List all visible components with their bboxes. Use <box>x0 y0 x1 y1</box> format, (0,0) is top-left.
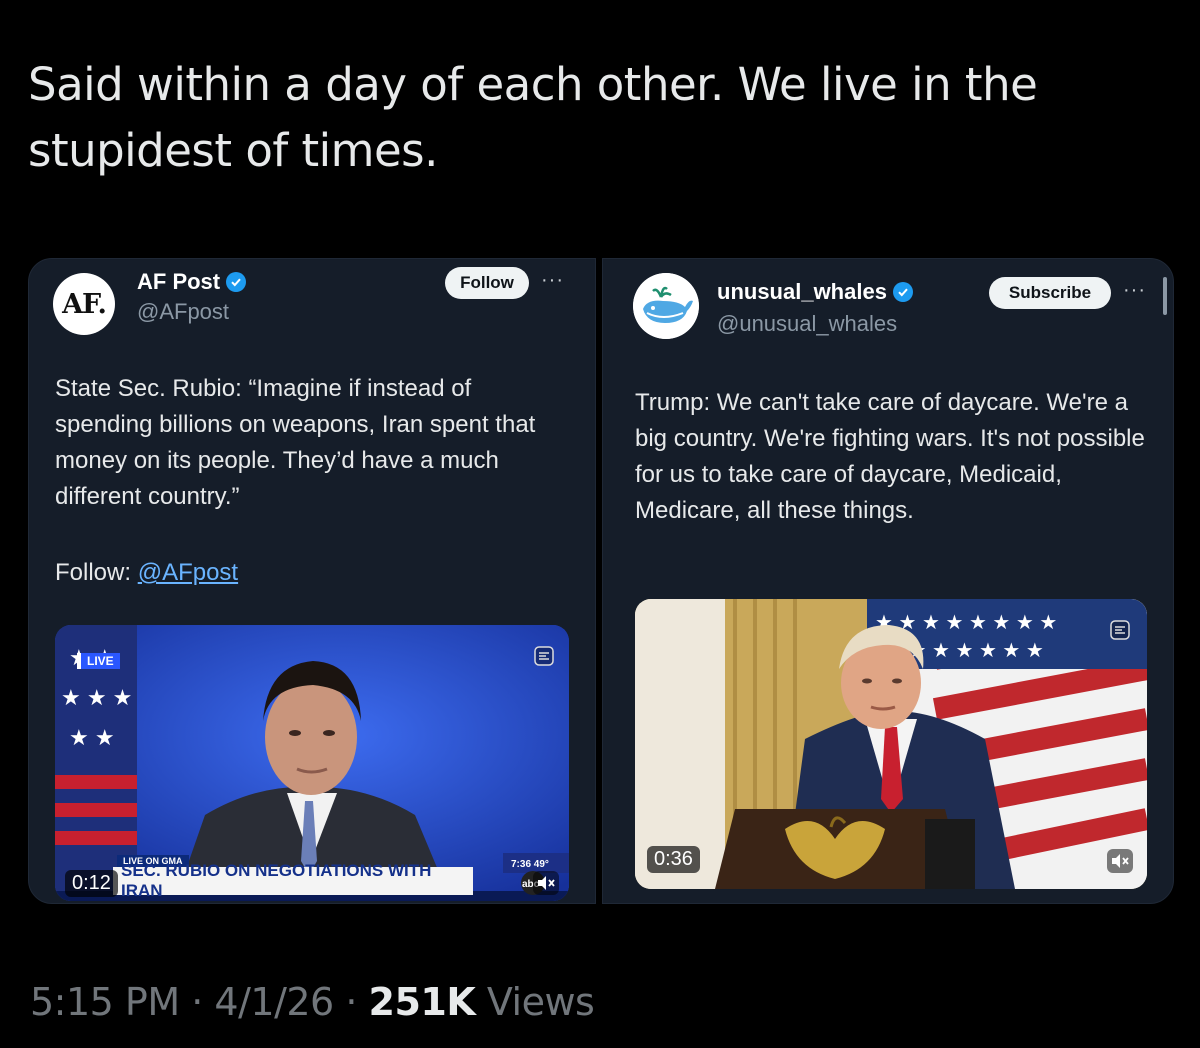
more-options-icon[interactable]: ··· <box>1123 279 1146 302</box>
separator-dot: · <box>345 980 357 1024</box>
mute-icon[interactable] <box>533 871 559 895</box>
author-handle[interactable]: @unusual_whales <box>717 311 897 337</box>
rubio-video[interactable]: ★ ★ ★ ★ ★ ★ ★ 7:36 49° abc LIVE LIVE ON … <box>55 625 569 901</box>
mute-icon[interactable] <box>1107 849 1133 873</box>
tweet-text: Said within a day of each other. We live… <box>28 58 1038 177</box>
verified-badge-icon <box>892 282 913 302</box>
author-name-text: unusual_whales <box>717 279 887 304</box>
video-duration: 0:12 <box>65 870 118 897</box>
post-body: State Sec. Rubio: “Imagine if instead of… <box>55 375 536 510</box>
views-count[interactable]: 251K <box>369 980 476 1024</box>
video-time-badge: 7:36 49° <box>511 859 549 870</box>
tweet-time[interactable]: 5:15 PM <box>30 980 180 1024</box>
verified-badge-icon <box>226 272 247 292</box>
whale-logo-icon <box>633 273 699 339</box>
svg-text:★ ★: ★ ★ <box>69 725 115 750</box>
avatar-logo-text: AF. <box>62 288 107 320</box>
follow-prefix: Follow: <box>55 559 132 586</box>
news-caption: SEC. RUBIO ON NEGOTIATIONS WITH IRAN <box>113 861 473 900</box>
video-duration: 0:36 <box>647 846 700 873</box>
media-settings-icon[interactable] <box>533 645 555 667</box>
trump-video[interactable]: ★ ★ ★ ★ ★ ★ ★ ★ ★ ★ ★ ★ ★ ★ ★ 0:36 <box>635 599 1147 889</box>
af-post-card[interactable]: AF. AF Post @AFpost Follow ··· State Sec… <box>28 258 596 904</box>
author-name[interactable]: unusual_whales <box>717 279 913 305</box>
post-body: Trump: We can't take care of daycare. We… <box>635 389 1145 524</box>
tweet-meta: 5:15 PM · 4/1/26 · 251K Views <box>30 980 595 1024</box>
subscribe-button[interactable]: Subscribe <box>989 277 1111 309</box>
more-options-icon[interactable]: ··· <box>541 269 564 292</box>
follow-line: Follow: @AFpost <box>55 559 238 587</box>
follow-button[interactable]: Follow <box>445 267 529 299</box>
trump-video-frame: ★ ★ ★ ★ ★ ★ ★ ★ ★ ★ ★ ★ ★ ★ ★ <box>635 599 1147 889</box>
unusual-whales-card[interactable]: unusual_whales @unusual_whales Subscribe… <box>602 258 1174 904</box>
svg-text:★ ★ ★: ★ ★ ★ <box>61 685 132 710</box>
author-handle[interactable]: @AFpost <box>137 299 229 325</box>
media-settings-icon[interactable] <box>1109 619 1131 641</box>
views-label: Views <box>486 980 595 1024</box>
tweet-date[interactable]: 4/1/26 <box>214 980 334 1024</box>
follow-link[interactable]: @AFpost <box>138 559 238 586</box>
separator-dot: · <box>191 980 203 1024</box>
author-name-text: AF Post <box>137 269 221 294</box>
author-name[interactable]: AF Post <box>137 269 247 295</box>
unusual-whales-avatar[interactable] <box>633 273 699 339</box>
scrollbar-thumb[interactable] <box>1163 277 1167 315</box>
af-post-avatar[interactable]: AF. <box>53 273 115 335</box>
live-tag: LIVE <box>77 653 120 669</box>
